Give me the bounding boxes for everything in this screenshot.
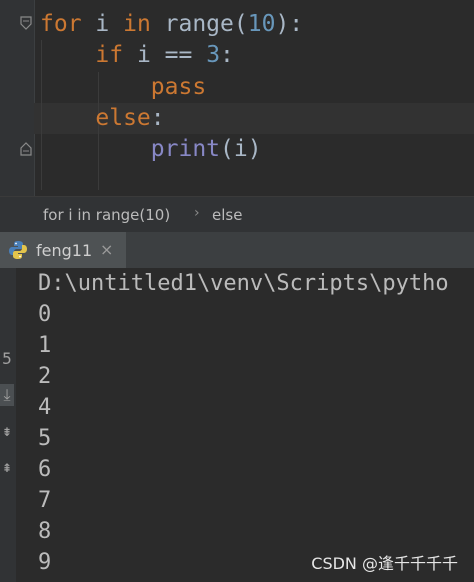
fold-close-icon[interactable] bbox=[20, 142, 32, 156]
scroll-to-end-icon[interactable]: ⤓ bbox=[0, 384, 14, 406]
console-output-line: 2 bbox=[38, 364, 52, 389]
code-token: ): bbox=[275, 11, 304, 37]
run-tab-label: feng11 bbox=[36, 241, 93, 260]
code-line-1[interactable]: for i in range(10): bbox=[40, 9, 303, 40]
code-line-5[interactable]: print(i) bbox=[40, 134, 262, 165]
console-output-line: 1 bbox=[38, 333, 52, 358]
console-toolbar: 5 ⤓ ⇟ ⇞ bbox=[0, 268, 16, 582]
code-token: i == bbox=[123, 42, 207, 68]
code-token: in bbox=[123, 11, 151, 37]
code-line-2[interactable]: if i == 3: bbox=[40, 40, 234, 71]
code-token: range( bbox=[150, 11, 248, 37]
console-output-line: 8 bbox=[38, 519, 52, 544]
console-output-line: 5 bbox=[38, 426, 52, 451]
console-output-line: 6 bbox=[38, 457, 52, 482]
breadcrumb-separator-icon: › bbox=[194, 205, 200, 221]
watermark: CSDN @逢千千千千 bbox=[311, 554, 458, 573]
code-token: 10 bbox=[247, 11, 276, 37]
code-token: 3 bbox=[206, 42, 221, 68]
code-line-4[interactable]: else: bbox=[40, 103, 165, 134]
console-output-line: 0 bbox=[38, 302, 52, 327]
code-token: if bbox=[95, 42, 124, 68]
code-token: print bbox=[150, 136, 221, 162]
console-output-line: 9 bbox=[38, 550, 52, 575]
run-tab-bar: feng11 × bbox=[0, 232, 474, 269]
run-console[interactable]: 5 ⤓ ⇟ ⇞ D:\untitled1\venv\Scripts\pytho … bbox=[0, 268, 474, 582]
code-token: for bbox=[40, 11, 82, 37]
breadcrumb-item-else[interactable]: else bbox=[212, 206, 242, 224]
breadcrumb: for i in range(10) › else bbox=[0, 196, 474, 234]
print-icon[interactable]: ⇞ bbox=[0, 456, 14, 478]
console-output-line: 4 bbox=[38, 395, 52, 420]
python-icon bbox=[9, 241, 27, 259]
rerun-icon[interactable]: 5 bbox=[0, 348, 14, 370]
close-icon[interactable]: × bbox=[100, 240, 113, 259]
breadcrumb-item-for[interactable]: for i in range(10) bbox=[43, 206, 170, 224]
code-token: : bbox=[150, 105, 165, 131]
code-token: else bbox=[95, 105, 151, 131]
run-tab-feng11[interactable]: feng11 × bbox=[0, 232, 126, 268]
code-token: i bbox=[81, 11, 124, 37]
console-output-line: 7 bbox=[38, 488, 52, 513]
code-token: (i) bbox=[220, 136, 262, 162]
console-command-line: D:\untitled1\venv\Scripts\pytho bbox=[38, 271, 449, 296]
soft-wrap-icon[interactable]: ⇟ bbox=[0, 420, 14, 442]
code-token: : bbox=[220, 42, 234, 68]
fold-open-icon[interactable] bbox=[20, 16, 32, 30]
code-editor[interactable]: for i in range(10): if i == 3: pass else… bbox=[0, 0, 474, 196]
code-line-3[interactable]: pass bbox=[40, 72, 206, 103]
code-token: pass bbox=[150, 74, 207, 100]
